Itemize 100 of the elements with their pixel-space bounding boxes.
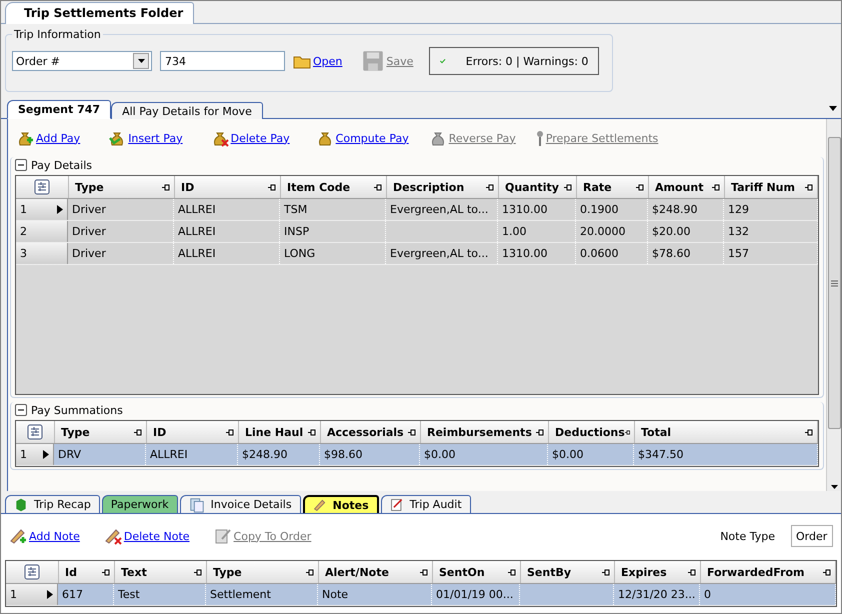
column-chooser-icon[interactable] [27,424,43,440]
pin-icon[interactable] [226,428,234,436]
pin-icon[interactable] [823,568,831,576]
bottom-tab[interactable]: Invoice Details [180,495,301,513]
current-row-icon [47,590,53,599]
lookup-value-field[interactable]: 734 [160,51,285,71]
column-header[interactable]: Expires [615,561,701,583]
pin-icon[interactable] [712,184,720,190]
column-header[interactable]: Type [69,176,175,198]
table-cell: Evergreen,AL to... [386,243,498,264]
segment-tab[interactable]: All Pay Details for Move [111,102,263,119]
column-header[interactable]: Reimbursements [421,421,549,443]
row-header[interactable]: 1 [6,584,58,605]
pin-icon[interactable] [805,428,813,436]
documents-icon [188,496,205,512]
note-type-field[interactable]: Order [791,525,833,547]
column-header[interactable]: Description [387,176,499,198]
pin-icon[interactable] [688,568,696,576]
bottom-tab[interactable]: Notes [302,495,379,513]
grid-row[interactable]: 1 Driver ALLREI TSM Evergreen,AL to... 1310.00 0.1900 $248.90 129 [16,199,818,221]
column-header[interactable]: SentOn [433,561,521,583]
column-header[interactable]: Rate [577,176,649,198]
column-header[interactable]: Text [115,561,207,583]
pin-icon[interactable] [268,184,276,190]
pin-icon[interactable] [134,428,142,436]
column-header[interactable]: Tariff Num [725,176,818,198]
table-cell: Driver [68,221,174,242]
column-header[interactable]: Id [59,561,115,583]
bottom-tab[interactable]: Paperwork [102,495,178,513]
table-cell: ALLREI [174,221,280,242]
column-header[interactable]: ForwardedFrom [701,561,836,583]
section-title: Pay Details [31,158,92,172]
pin-icon[interactable] [308,428,316,436]
scroll-down-icon[interactable] [830,485,838,489]
column-header[interactable]: Accessorials [321,421,421,443]
grid-row[interactable]: 2 Driver ALLREI INSP 1.00 20.0000 $20.00 132 [16,221,818,243]
bottom-tab[interactable]: Trip Audit [380,495,471,513]
segment-tab[interactable]: Segment 747 [7,100,112,119]
pin-icon[interactable] [374,184,382,190]
pin-icon[interactable] [564,184,572,190]
pin-icon[interactable] [486,184,494,190]
column-chooser-icon[interactable] [34,179,50,195]
action-link[interactable]: Delete Note [104,527,190,545]
table-cell: 0.1900 [576,199,648,220]
pin-icon[interactable] [508,568,516,576]
table-cell: 0 [700,584,836,605]
lookup-type-dropdown[interactable]: Order # [12,51,152,71]
column-header[interactable]: ID [147,421,239,443]
row-header[interactable]: 1 [16,444,54,465]
pin-icon[interactable] [536,428,544,436]
folder-tab[interactable]: Trip Settlements Folder [5,2,194,24]
column-header[interactable]: Type [207,561,319,583]
grip-icon [830,280,838,286]
overflow-arrow-icon[interactable] [829,106,837,111]
column-header[interactable]: Item Code [281,176,387,198]
row-header[interactable]: 1 [16,199,68,220]
column-header[interactable]: ID [175,176,281,198]
action-link[interactable]: Open [293,52,342,70]
pin-icon[interactable] [162,184,170,190]
table-cell: ALLREI [174,243,280,264]
action-link[interactable]: Delete Pay [210,129,290,147]
column-header[interactable]: Alert/Note [319,561,433,583]
table-cell: INSP [280,221,386,242]
action-link[interactable]: Add Pay [16,129,80,147]
pin-icon[interactable] [102,568,110,576]
bottom-tab[interactable]: Trip Recap [5,495,100,513]
grid-row[interactable]: 1 617 Test Settlement Note 01/01/19 00... 12/31/20 23... 0 [6,584,836,606]
table-cell: $347.50 [634,444,818,465]
collapse-button[interactable] [15,159,27,171]
row-header[interactable]: 2 [16,221,68,242]
collapse-button[interactable] [15,404,27,416]
table-cell: 0.0600 [576,243,648,264]
column-header[interactable]: SentBy [521,561,615,583]
column-header[interactable]: Type [55,421,147,443]
pin-icon[interactable] [194,568,202,576]
pin-icon[interactable] [805,184,813,190]
column-header[interactable]: Total [635,421,818,443]
pin-icon[interactable] [408,428,416,436]
notepad-icon [214,527,232,545]
pin-icon[interactable] [636,184,644,190]
grid-row[interactable]: 3 Driver ALLREI LONG Evergreen,AL to... 1310.00 0.0600 $78.60 157 [16,243,818,265]
column-chooser-icon[interactable] [24,564,40,580]
vertical-scrollbar[interactable] [826,119,841,491]
column-header[interactable]: Deductions [549,421,635,443]
column-header[interactable]: Quantity [499,176,577,198]
column-header[interactable]: Line Haul [239,421,321,443]
action-link[interactable]: Add Note [9,527,80,545]
pin-icon[interactable] [602,568,610,576]
action-link[interactable]: Insert Pay [108,129,183,147]
table-cell: $98.60 [320,444,420,465]
pin-icon[interactable] [420,568,428,576]
grid-row[interactable]: 1 DRV ALLREI $248.90 $98.60 $0.00 $0.00 $347.50 [16,444,818,466]
table-cell: Settlement [206,584,318,605]
checklist-icon [390,498,404,512]
column-header[interactable]: Amount [649,176,725,198]
row-header[interactable]: 3 [16,243,68,264]
pin-icon [536,130,544,146]
pin-icon[interactable] [306,568,314,576]
action-link[interactable]: Compute Pay [316,129,409,147]
pin-icon[interactable] [624,428,630,436]
